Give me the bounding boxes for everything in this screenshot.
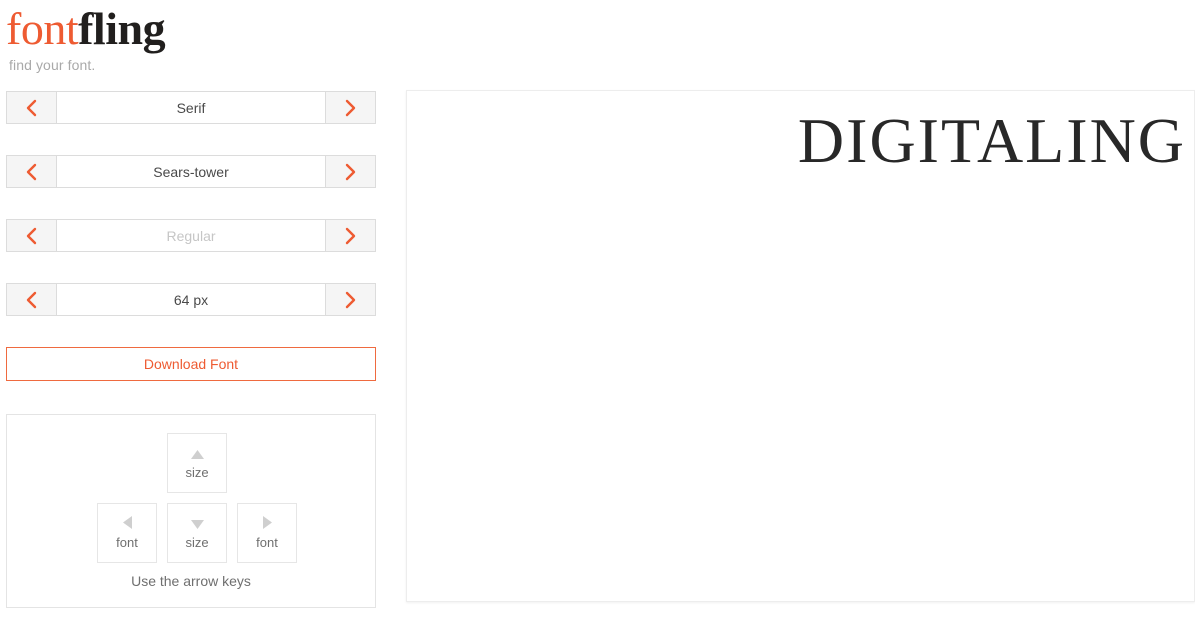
weight-next-button[interactable] [325, 219, 376, 252]
key-size-increase[interactable]: size [167, 433, 227, 493]
category-next-button[interactable] [325, 91, 376, 124]
size-value[interactable]: 64 px [57, 283, 325, 316]
triangle-down-icon [190, 516, 204, 534]
chevron-left-icon [26, 163, 37, 181]
site-logo[interactable]: fontfling find your font. [6, 6, 366, 76]
chevron-left-icon [26, 291, 37, 309]
font-preview-panel[interactable]: DIGITALING [406, 90, 1195, 602]
fontfling-app: fontfling find your font. Serif Sears-to… [0, 0, 1195, 620]
family-next-button[interactable] [325, 155, 376, 188]
chevron-right-icon [345, 227, 356, 245]
logo-tagline: find your font. [9, 57, 96, 73]
triangle-right-icon [262, 516, 272, 534]
weight-prev-button[interactable] [6, 219, 57, 252]
category-value[interactable]: Serif [57, 91, 325, 124]
chevron-left-icon [26, 99, 37, 117]
arrow-keys-hint: Use the arrow keys [131, 573, 251, 589]
key-up-label: size [185, 465, 209, 480]
chevron-right-icon [345, 291, 356, 309]
key-down-label: size [185, 535, 209, 550]
key-left-label: font [116, 535, 138, 550]
size-prev-button[interactable] [6, 283, 57, 316]
key-right-label: font [256, 535, 278, 550]
chevron-right-icon [345, 99, 356, 117]
family-value[interactable]: Sears-tower [57, 155, 325, 188]
triangle-left-icon [122, 516, 132, 534]
selector-row-family: Sears-tower [6, 155, 376, 188]
chevron-right-icon [345, 163, 356, 181]
font-preview-text: DIGITALING [797, 105, 1186, 176]
logo-text-font: font [6, 3, 79, 54]
triangle-up-icon [190, 446, 204, 464]
key-font-previous[interactable]: font [97, 503, 157, 563]
key-font-next[interactable]: font [237, 503, 297, 563]
logo-text-fling: fling [78, 3, 166, 54]
arrow-keys-panel: size font size font Use the arrow keys [6, 414, 376, 608]
size-next-button[interactable] [325, 283, 376, 316]
download-font-button[interactable]: Download Font [6, 347, 376, 381]
key-size-decrease[interactable]: size [167, 503, 227, 563]
selector-row-weight: Regular [6, 219, 376, 252]
category-prev-button[interactable] [6, 91, 57, 124]
weight-value[interactable]: Regular [57, 219, 325, 252]
selector-row-category: Serif [6, 91, 376, 124]
family-prev-button[interactable] [6, 155, 57, 188]
selector-row-size: 64 px [6, 283, 376, 316]
left-control-column: fontfling find your font. Serif Sears-to… [6, 0, 376, 620]
chevron-left-icon [26, 227, 37, 245]
